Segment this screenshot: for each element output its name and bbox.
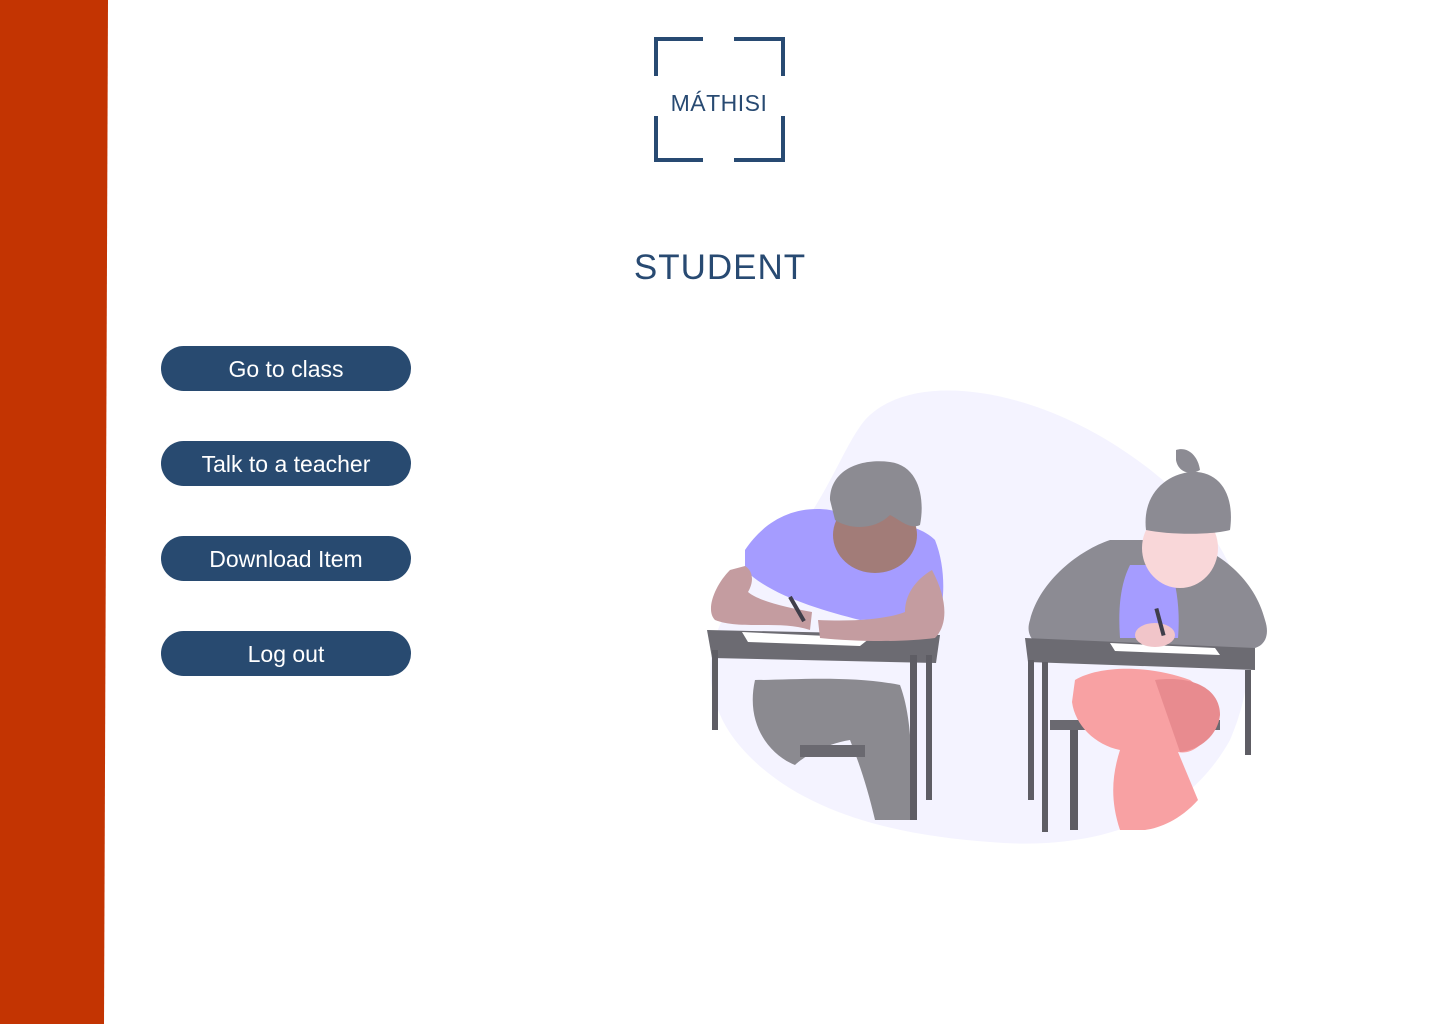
- side-accent-bar: [0, 0, 108, 1024]
- go-to-class-button[interactable]: Go to class: [161, 346, 411, 391]
- log-out-label: Log out: [247, 641, 325, 667]
- talk-to-teacher-button[interactable]: Talk to a teacher: [161, 441, 411, 486]
- download-item-button[interactable]: Download Item: [161, 536, 411, 581]
- go-to-class-label: Go to class: [228, 356, 344, 382]
- page-title: STUDENT: [633, 248, 807, 287]
- mathisi-logo: MÁTHISI: [652, 36, 786, 164]
- log-out-button[interactable]: Log out: [161, 631, 411, 676]
- talk-to-teacher-label: Talk to a teacher: [201, 451, 371, 477]
- logo-text: MÁTHISI: [670, 90, 768, 116]
- download-item-label: Download Item: [209, 546, 363, 572]
- students-writing-exam-illustration: [707, 390, 1267, 844]
